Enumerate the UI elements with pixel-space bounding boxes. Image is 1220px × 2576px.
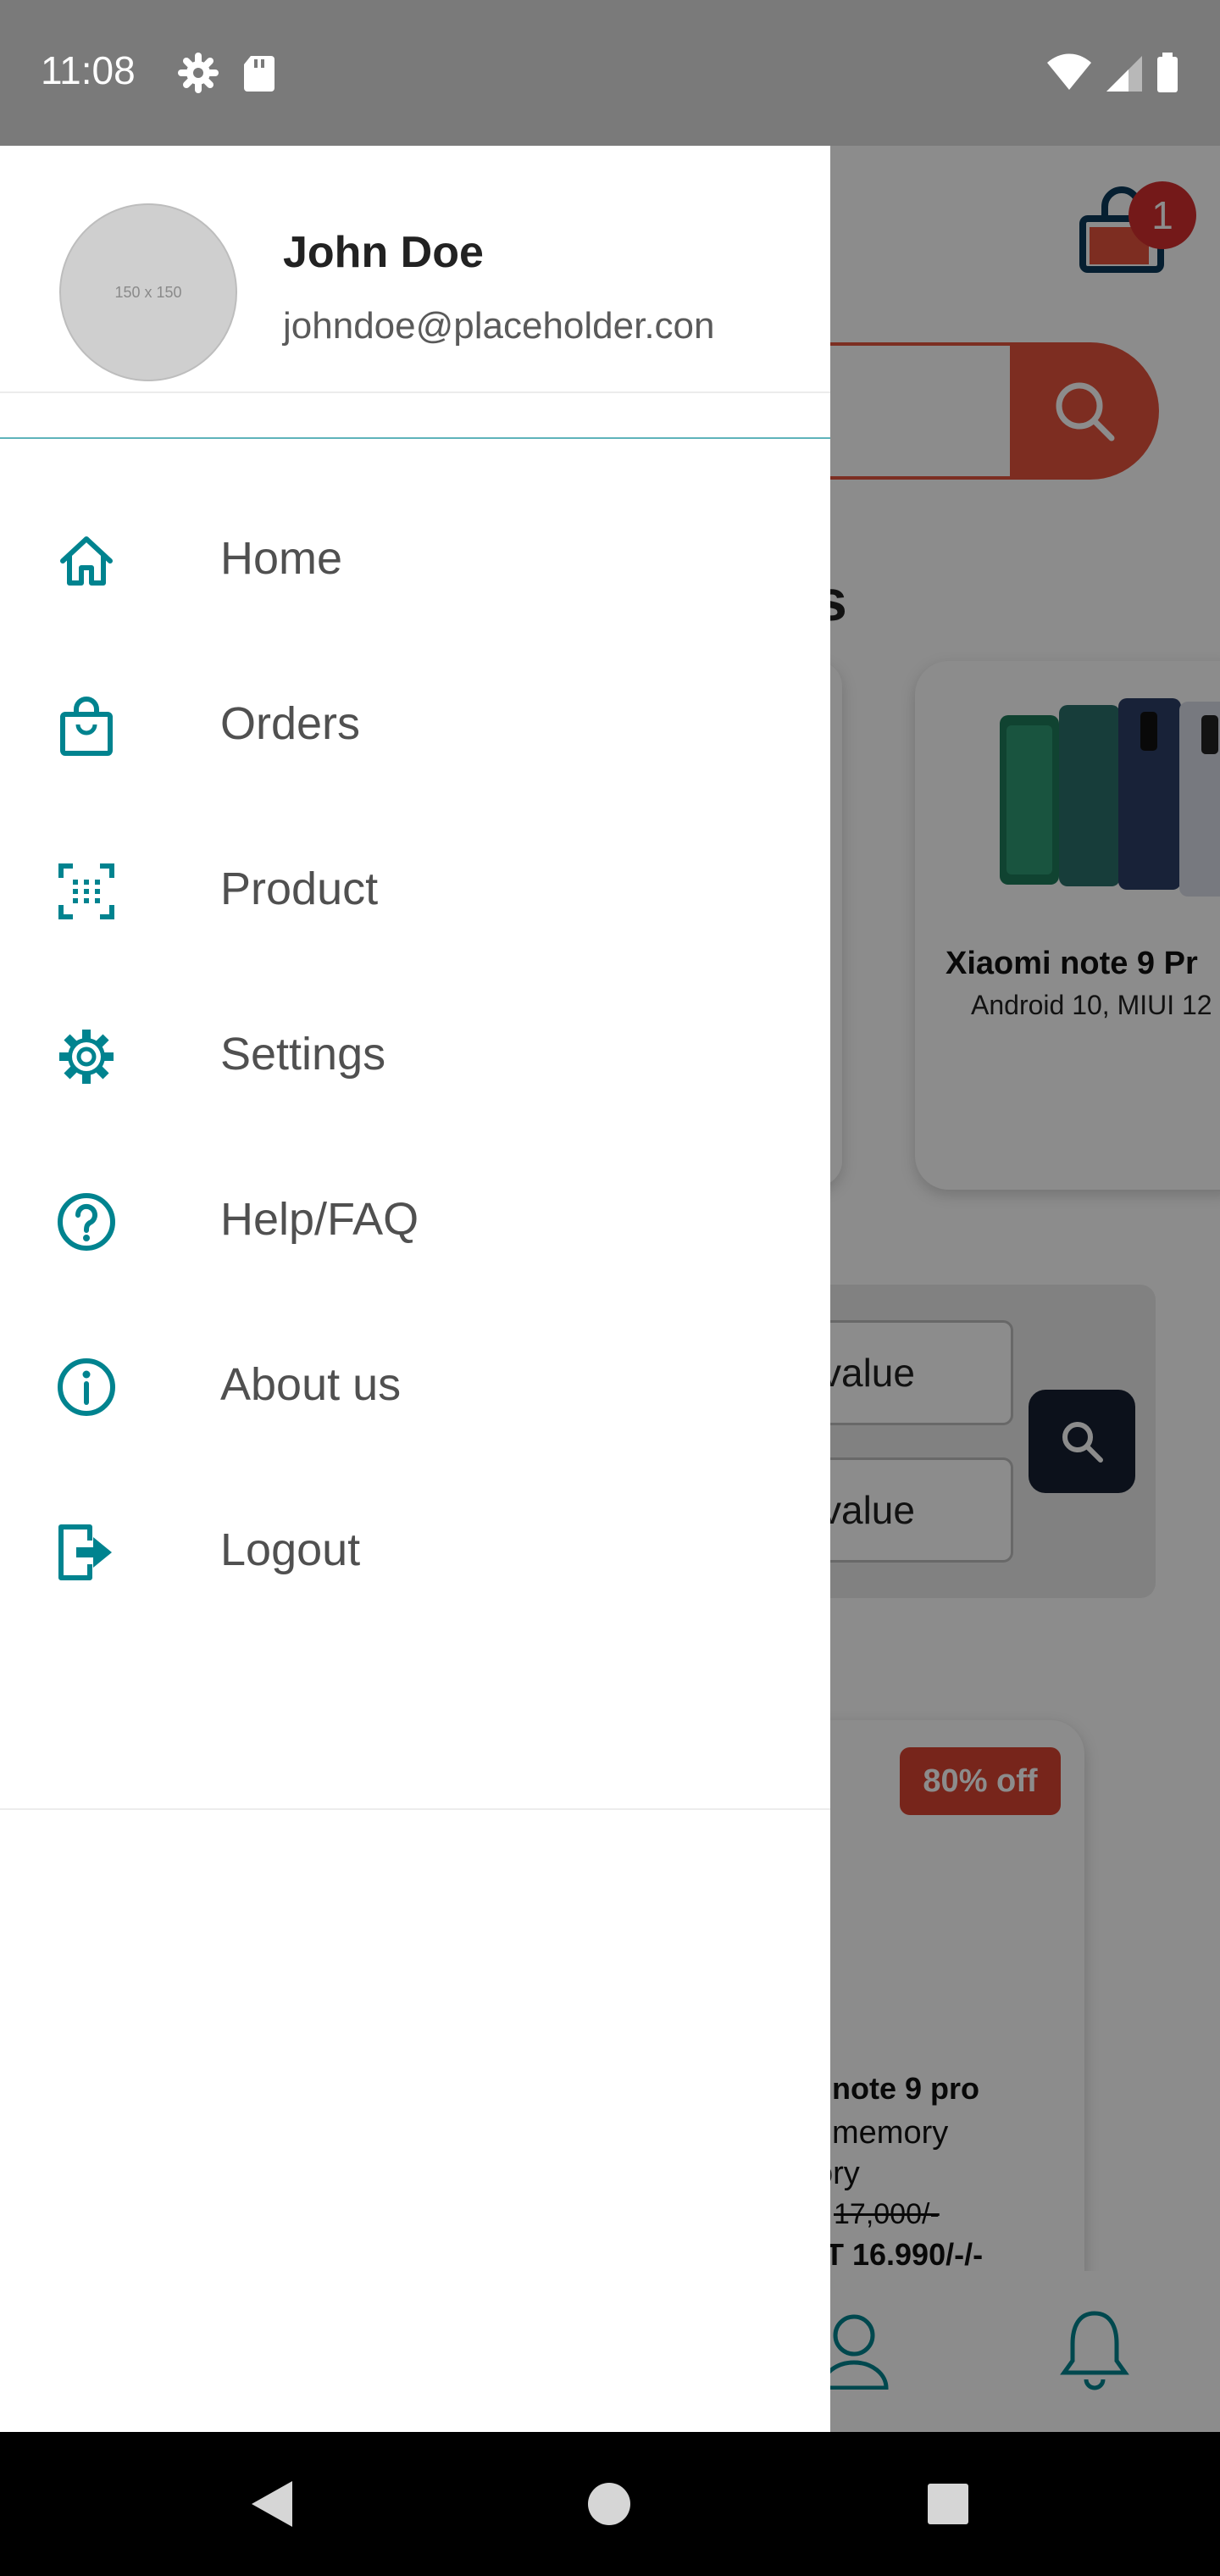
help-circle-icon xyxy=(58,1193,115,1251)
drawer-item-settings[interactable]: Settings xyxy=(0,974,830,1139)
recents-button[interactable] xyxy=(912,2468,984,2540)
drawer-item-logout[interactable]: Logout xyxy=(0,1469,830,1635)
menu-divider xyxy=(0,1808,830,1810)
drawer-item-label: Settings xyxy=(220,1029,386,1080)
drawer-item-orders[interactable]: Orders xyxy=(0,643,830,808)
logout-icon xyxy=(58,1524,112,1580)
wifi-icon xyxy=(1047,53,1091,90)
drawer-item-about[interactable]: About us xyxy=(0,1304,830,1469)
user-name: John Doe xyxy=(283,228,484,277)
home-button[interactable] xyxy=(573,2468,646,2540)
avatar[interactable]: 150 x 150 xyxy=(59,203,237,381)
drawer-item-label: About us xyxy=(220,1359,402,1410)
system-navigation-bar xyxy=(0,2432,1220,2576)
drawer-item-help[interactable]: Help/FAQ xyxy=(0,1139,830,1304)
drawer-item-label: Logout xyxy=(220,1524,361,1575)
shopping-bag-icon xyxy=(60,697,113,756)
user-email: johndoe@placeholder.con xyxy=(283,305,715,347)
status-time: 11:08 xyxy=(41,48,136,92)
drawer-item-label: Product xyxy=(220,863,379,914)
header-accent-divider xyxy=(0,437,830,439)
drawer-header: 150 x 150 John Doe johndoe@placeholder.c… xyxy=(0,146,830,393)
settings-icon xyxy=(178,53,219,93)
navigation-drawer: 150 x 150 John Doe johndoe@placeholder.c… xyxy=(0,146,830,2432)
drawer-item-home[interactable]: Home xyxy=(0,478,830,643)
battery-icon xyxy=(1157,53,1178,92)
barcode-scan-icon xyxy=(58,863,114,919)
drawer-item-product[interactable]: Product xyxy=(0,808,830,974)
info-circle-icon xyxy=(58,1358,115,1416)
sd-card-icon xyxy=(244,56,274,92)
home-icon xyxy=(60,536,113,586)
home-circle-icon xyxy=(588,2483,630,2525)
drawer-item-label: Home xyxy=(220,533,343,584)
back-icon xyxy=(252,2481,292,2527)
drawer-menu: Home Orders Product Settings Help/FAQ Ab… xyxy=(0,478,830,1635)
drawer-item-label: Help/FAQ xyxy=(220,1194,419,1245)
gear-icon xyxy=(59,1030,114,1084)
recents-icon xyxy=(928,2484,968,2524)
drawer-item-label: Orders xyxy=(220,698,361,749)
status-bar: 11:08 xyxy=(0,0,1220,146)
signal-icon xyxy=(1106,56,1142,92)
back-button[interactable] xyxy=(236,2468,308,2540)
